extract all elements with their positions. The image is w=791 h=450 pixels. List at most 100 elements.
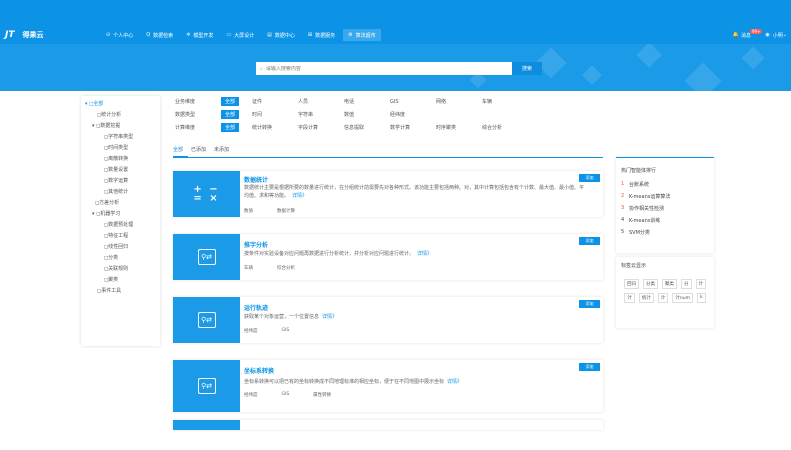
tag-chip[interactable]: 计	[695, 279, 706, 289]
bell-icon[interactable]: 🔔	[733, 32, 739, 38]
app-logo[interactable]: JT 得果云	[5, 29, 44, 41]
tree-item[interactable]: ▾ ◻数据挖掘	[81, 121, 160, 132]
active-tab-indicator	[173, 156, 188, 158]
filter-row-datatype: 数据类型 全部 时间 字符串 数值 经纬度	[175, 108, 605, 121]
nav-item-personal[interactable]: ⊙ 个人中心	[101, 29, 138, 41]
filter-option[interactable]: 字符串	[298, 111, 344, 118]
tree-item[interactable]: ▾ ◻机器学习	[81, 209, 160, 220]
card-title[interactable]: 坐标系转换	[244, 366, 274, 375]
filter-option[interactable]: 网络	[436, 98, 482, 105]
card-title[interactable]: 推字分析	[244, 240, 268, 249]
filter-option[interactable]: 统计转换	[252, 124, 298, 131]
filter-option[interactable]: 数值	[344, 111, 390, 118]
filter-option[interactable]: 经纬度	[390, 111, 436, 118]
nav-item-model[interactable]: ✲ 模型开发	[181, 29, 218, 41]
tree-item[interactable]: ◻字符串类型	[81, 132, 160, 143]
card-detail-link[interactable]: 详情》	[322, 314, 337, 320]
tree-item[interactable]: ◻线性回归	[81, 242, 160, 253]
ranking-list: 1 台账系统 2 K-means运算算法 3 协作相关性检测 4 K-means训练 5…	[621, 178, 709, 238]
card-title[interactable]: 运行轨迹	[244, 303, 268, 312]
tab-all[interactable]: 全部	[173, 146, 183, 153]
tree-item[interactable]: ◻离散转换	[81, 154, 160, 165]
add-button[interactable]: 添加	[579, 174, 600, 182]
tree-item[interactable]: ◻特征工程	[81, 231, 160, 242]
nav-item-data-service[interactable]: ⊞ 数据服务	[303, 29, 340, 41]
tree-item[interactable]: ◻数据预处理	[81, 220, 160, 231]
tag-chip[interactable]: 统计	[638, 293, 654, 303]
card-detail-link[interactable]: 详情》	[292, 193, 307, 199]
filter-option[interactable]: GIS	[390, 99, 436, 105]
filter-option[interactable]: 时间	[252, 111, 298, 118]
rank-number: 4	[621, 217, 625, 223]
tree-item[interactable]: ▾ ◻全部	[81, 99, 160, 110]
tree-item[interactable]: ◻其他统计	[81, 187, 160, 198]
card-thumbnail: ⚲⇄	[173, 297, 240, 343]
add-button[interactable]: 添加	[579, 363, 600, 371]
algorithm-card-partial[interactable]	[173, 420, 603, 430]
ranking-item[interactable]: 1 台账系统	[621, 178, 709, 190]
filter-option[interactable]: 数学计算	[390, 124, 436, 131]
tree-item[interactable]: ◻聚类	[81, 275, 160, 286]
tree-item[interactable]: ◻分类	[81, 253, 160, 264]
filter-option[interactable]: 人员	[298, 98, 344, 105]
tag-chip[interactable]: 回归	[624, 279, 639, 289]
add-button[interactable]: 添加	[579, 300, 600, 308]
tag-chip[interactable]: 分	[681, 279, 692, 289]
category-tree: ▾ ◻全部 ◻统计分析 ▾ ◻数据挖掘 ◻字符串类型 ◻时间类型 ◻离散转换 ◻数量设置 ◻数…	[81, 96, 160, 346]
decorative-diamond	[684, 62, 722, 91]
filter-option[interactable]: 车辆	[482, 98, 528, 105]
ranking-item[interactable]: 2 K-means运算算法	[621, 190, 709, 202]
search-input[interactable]	[265, 65, 466, 72]
search-button[interactable]: 搜索	[512, 62, 542, 75]
filter-all-button[interactable]: 全部	[221, 123, 240, 132]
tree-item[interactable]: ◻方差分析	[81, 198, 160, 209]
tree-item[interactable]: ◻时间类型	[81, 143, 160, 154]
tab-added[interactable]: 已添加	[191, 146, 206, 153]
card-detail-link[interactable]: 详情》	[447, 379, 462, 385]
user-name[interactable]: 小明	[773, 32, 783, 39]
ranking-item[interactable]: 3 协作相关性检测	[621, 202, 709, 214]
algorithm-card[interactable]: ⚲⇄ 坐标系转换 坐标系转换可以把已有的坐标转换成不同地理标准的相应坐标，便于在…	[173, 360, 603, 412]
tree-item[interactable]: ◻统计分析	[81, 110, 160, 121]
nav-item-data-center[interactable]: ▤ 数据中心	[262, 29, 300, 41]
card-tag: GIS	[281, 392, 290, 397]
card-detail-link[interactable]: 详情》	[417, 251, 432, 257]
card-title[interactable]: 数据统计	[244, 175, 268, 184]
tree-item[interactable]: ◻数字运算	[81, 176, 160, 187]
ranking-item[interactable]: 4 K-means训练	[621, 214, 709, 226]
card-tag: 经纬度	[244, 393, 258, 398]
rank-label: K-means运算算法	[629, 193, 671, 200]
tab-divider	[173, 157, 603, 158]
filter-option[interactable]: 证件	[252, 98, 298, 105]
nav-item-screen[interactable]: ▭ 大屏设计	[221, 29, 259, 41]
decorative-diamond	[636, 44, 662, 68]
filter-option[interactable]: 信息提取	[344, 124, 390, 131]
tag-chip[interactable]: 计	[657, 293, 669, 303]
filter-option[interactable]: 字段计算	[298, 124, 344, 131]
tree-item[interactable]: ◻事件工具	[81, 286, 160, 297]
filter-all-button[interactable]: 全部	[221, 97, 240, 106]
algorithm-card[interactable]: ⚲⇄ 运行轨迹 获取某个对象运营，一个位置信息 详情》 经纬度 GIS 添加	[173, 297, 603, 343]
filter-row-compute: 计算维度 全部 统计转换 字段计算 信息提取 数学计算 时序聚类 综合分析	[175, 121, 605, 134]
add-button[interactable]: 添加	[579, 237, 600, 245]
filter-option[interactable]: 综合分析	[482, 124, 528, 131]
tree-item[interactable]: ◻关联规则	[81, 264, 160, 275]
filter-all-button[interactable]: 全部	[221, 110, 240, 119]
tab-not-added[interactable]: 未添加	[214, 146, 229, 153]
tag-chip[interactable]: 计	[624, 293, 635, 303]
filter-option[interactable]: 时序聚类	[436, 124, 482, 131]
tree-item[interactable]: ◻数量设置	[81, 165, 160, 176]
chevron-down-icon[interactable]: ⌄	[783, 32, 787, 38]
algorithm-card[interactable]: + − = × 数据统计 数据统计主要是根据所要的数量进行统计，在分组统计前需要先…	[173, 171, 603, 217]
nav-label: 模型开发	[193, 32, 214, 39]
tag-chip[interactable]: 聚类	[662, 279, 677, 289]
nav-item-algorithm-market[interactable]: ⚙ 算法超市	[343, 29, 381, 41]
ranking-item[interactable]: 5 SVM分类	[621, 226, 709, 238]
nav-item-search[interactable]: Q 数据检索	[141, 29, 178, 41]
filter-option[interactable]: 电话	[344, 98, 390, 105]
tag-chip[interactable]: k	[696, 293, 706, 303]
tag-chip[interactable]: 计num	[672, 293, 693, 303]
tag-chip[interactable]: 分类	[643, 279, 658, 289]
user-avatar-icon[interactable]: ◉	[765, 32, 769, 38]
algorithm-card[interactable]: ⚲⇄ 推字分析 按条件对实验设备对应问题再数据进行分析统计，并分析对应问题进行统…	[173, 234, 603, 280]
